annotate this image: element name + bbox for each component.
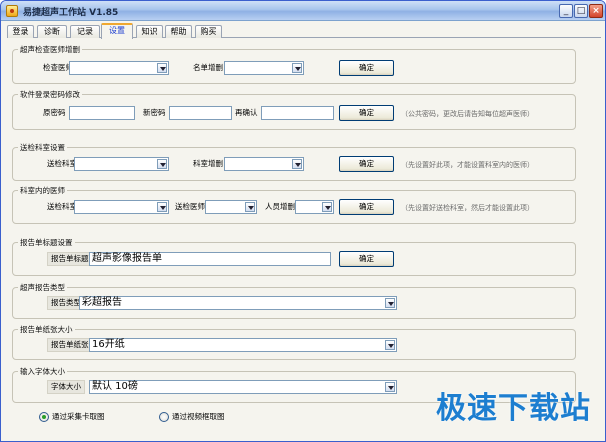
font-size-label: 字体大小 bbox=[47, 380, 85, 394]
paper-size-label: 报告单纸张 bbox=[47, 338, 93, 352]
group-title: 科室内的医师 bbox=[18, 186, 67, 195]
staff-edit-label: 人员增删 bbox=[265, 202, 295, 211]
tab-help[interactable]: 帮助 bbox=[165, 25, 192, 38]
password-confirm-button[interactable]: 确定 bbox=[339, 105, 394, 121]
group-title: 超声报告类型 bbox=[18, 283, 67, 292]
font-size-select[interactable]: 默认 10磅 bbox=[89, 380, 397, 394]
group-title: 报告单标题设置 bbox=[18, 238, 75, 247]
chevron-down-icon[interactable] bbox=[385, 382, 395, 392]
new-password-input[interactable] bbox=[169, 106, 232, 120]
referring-doctor-select[interactable] bbox=[205, 200, 257, 214]
report-type-group: 超声报告类型 报告类型 彩超报告 bbox=[12, 283, 576, 319]
doctor-select[interactable] bbox=[69, 61, 169, 75]
capture-video-label[interactable]: 通过视频框取图 bbox=[172, 411, 225, 422]
app-window: 易捷超声工作站 V1.85 _ □ × 登录 诊断 记录 设置 知识 帮助 购买… bbox=[0, 0, 606, 442]
capture-video-radio[interactable] bbox=[159, 412, 169, 422]
repeat-password-label: 再确认 bbox=[235, 108, 258, 117]
referring-doctor-label: 送检医师 bbox=[175, 202, 205, 211]
chevron-down-icon[interactable] bbox=[157, 159, 167, 169]
title-bar: 易捷超声工作站 V1.85 _ □ × bbox=[1, 1, 605, 21]
dept-doctor-confirm-button[interactable]: 确定 bbox=[339, 199, 394, 215]
chevron-down-icon[interactable] bbox=[385, 298, 395, 308]
tab-settings[interactable]: 设置 bbox=[101, 23, 133, 39]
window-title: 易捷超声工作站 V1.85 bbox=[23, 8, 119, 18]
dept-edit-select[interactable] bbox=[224, 157, 304, 171]
close-button[interactable]: × bbox=[589, 4, 603, 18]
report-type-value: 彩超报告 bbox=[82, 297, 122, 308]
minimize-button[interactable]: _ bbox=[559, 4, 573, 18]
paper-size-select[interactable]: 16开纸 bbox=[89, 338, 397, 352]
group-title: 输入字体大小 bbox=[18, 367, 67, 376]
dept-edit-label: 科室增删 bbox=[193, 159, 223, 168]
doctor-confirm-button[interactable]: 确定 bbox=[339, 60, 394, 76]
old-password-input[interactable] bbox=[69, 106, 135, 120]
report-title-confirm-button[interactable]: 确定 bbox=[339, 251, 394, 267]
dept-doctor-hint: （先设置好送检科室，然后才能设置此项） bbox=[401, 204, 534, 212]
dept-label: 送检科室 bbox=[47, 159, 77, 168]
dept-select[interactable] bbox=[74, 157, 169, 171]
group-title: 报告单纸张大小 bbox=[18, 325, 75, 334]
chevron-down-icon[interactable] bbox=[245, 202, 255, 212]
app-logo-icon bbox=[6, 5, 18, 17]
dept-doctor-dept-label: 送检科室 bbox=[47, 202, 77, 211]
dept-confirm-button[interactable]: 确定 bbox=[339, 156, 394, 172]
staff-edit-select[interactable] bbox=[295, 200, 334, 214]
dept-group: 送检科室设置 送检科室 科室增删 确定 （先设置好此项，才能设置科室内的医师） bbox=[12, 143, 576, 181]
paper-size-value: 16开纸 bbox=[92, 339, 125, 350]
new-password-label: 新密码 bbox=[143, 108, 166, 117]
tab-knowledge[interactable]: 知识 bbox=[136, 25, 163, 38]
report-title-label: 报告单标题 bbox=[47, 252, 93, 266]
old-password-label: 原密码 bbox=[43, 108, 66, 117]
dept-doctor-dept-select[interactable] bbox=[74, 200, 169, 214]
dept-doctor-group: 科室内的医师 送检科室 送检医师 人员增删 确定 （先设置好送检科室，然后才能设… bbox=[12, 186, 576, 224]
password-hint: （公共密码，更改后请告知每位超声医师） bbox=[401, 110, 534, 118]
report-type-select[interactable]: 彩超报告 bbox=[79, 296, 397, 310]
tab-records[interactable]: 记录 bbox=[70, 25, 100, 38]
tab-buy[interactable]: 购买 bbox=[195, 25, 222, 38]
capture-card-radio[interactable] bbox=[39, 412, 49, 422]
password-group: 软件登录密码修改 原密码 新密码 再确认 确定 （公共密码，更改后请告知每位超声… bbox=[12, 90, 576, 130]
list-edit-select[interactable] bbox=[224, 61, 304, 75]
chevron-down-icon[interactable] bbox=[157, 63, 167, 73]
report-title-input[interactable]: 超声影像报告单 bbox=[89, 252, 331, 266]
chevron-down-icon[interactable] bbox=[157, 202, 167, 212]
font-size-value: 默认 10磅 bbox=[92, 381, 138, 392]
group-title: 软件登录密码修改 bbox=[18, 90, 82, 99]
maximize-button[interactable]: □ bbox=[574, 4, 588, 18]
capture-card-label[interactable]: 通过采集卡取图 bbox=[52, 411, 105, 422]
chevron-down-icon[interactable] bbox=[292, 63, 302, 73]
tab-login[interactable]: 登录 bbox=[7, 25, 34, 38]
chevron-down-icon[interactable] bbox=[322, 202, 332, 212]
report-title-group: 报告单标题设置 报告单标题 超声影像报告单 确定 bbox=[12, 238, 576, 276]
watermark-logo: 极速下载站 bbox=[436, 391, 591, 426]
group-title: 送检科室设置 bbox=[18, 143, 67, 152]
settings-panel: 超声检查医师增删 检查医师 名单增删 确定 软件登录密码修改 原密码 新密码 再… bbox=[8, 39, 599, 436]
dept-hint: （先设置好此项，才能设置科室内的医师） bbox=[401, 161, 534, 169]
paper-size-group: 报告单纸张大小 报告单纸张 16开纸 bbox=[12, 325, 576, 360]
doctor-add-group: 超声检查医师增删 检查医师 名单增删 确定 bbox=[12, 45, 576, 84]
tab-bar: 登录 诊断 记录 设置 知识 帮助 购买 bbox=[7, 23, 601, 39]
group-title: 超声检查医师增删 bbox=[18, 45, 82, 54]
repeat-password-input[interactable] bbox=[261, 106, 334, 120]
tab-diagnose[interactable]: 诊断 bbox=[37, 25, 67, 38]
chevron-down-icon[interactable] bbox=[385, 340, 395, 350]
list-edit-label: 名单增删 bbox=[193, 63, 223, 72]
chevron-down-icon[interactable] bbox=[292, 159, 302, 169]
